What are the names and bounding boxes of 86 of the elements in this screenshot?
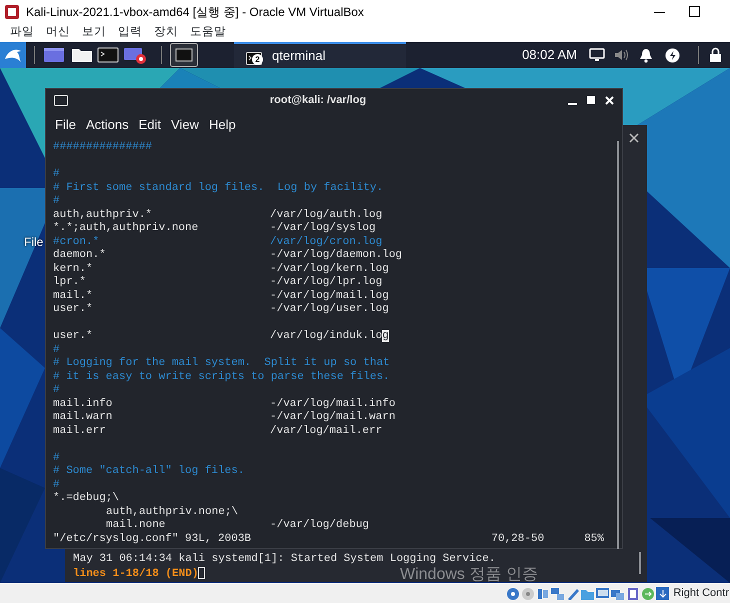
log-line: May 31 06:14:34 kali systemd[1]: Started System Logging Service. — [73, 553, 496, 566]
window-title: root@kali: /var/log — [270, 92, 366, 108]
menu-item[interactable]: 머신 — [40, 24, 76, 42]
optical-drive-icon — [520, 586, 534, 600]
config-line: *.=debug;\ — [53, 492, 120, 504]
cpu-icon — [625, 586, 640, 600]
cursor-position: 70,28-50 — [491, 532, 544, 546]
keyboard-arrow-icon — [655, 586, 670, 600]
file-info: "/etc/rsyslog.conf" 93L, 2003B — [53, 532, 252, 546]
scroll-percent: 85% — [584, 532, 604, 546]
desktop-icon-label[interactable]: File — [24, 233, 44, 251]
selector-text: mail.* — [53, 290, 94, 303]
bell-icon[interactable] — [639, 48, 653, 62]
display-icon[interactable] — [589, 48, 605, 62]
selector-text: auth,authpriv.* — [53, 208, 154, 222]
app-icon — [4, 4, 20, 20]
power-icon[interactable] — [665, 48, 680, 62]
selector-text: kern.* — [53, 262, 94, 276]
usb-icon — [565, 586, 580, 600]
log-path: -/var/log/mail.warn — [270, 411, 396, 423]
network-icon — [550, 586, 564, 600]
selector-text: mail.err — [53, 424, 107, 438]
selector-text: lpr.* — [53, 276, 88, 290]
disc-icon — [505, 586, 520, 600]
menu-item[interactable]: Edit — [134, 115, 166, 135]
log-path: -/var/log/lpr.log — [270, 276, 382, 288]
selector-text: mail.warn — [53, 411, 114, 424]
log-path: /var/log/auth.log — [270, 208, 382, 220]
log-path: -/var/log/syslog — [270, 222, 376, 234]
menu-item[interactable]: File — [50, 115, 81, 135]
comment-line: # — [53, 168, 60, 180]
selector-text: daemon.* — [53, 249, 107, 262]
menu-item[interactable]: View — [166, 115, 204, 135]
pager-status: lines 1-18/18 (END) — [73, 568, 198, 580]
audio-icon — [535, 586, 550, 600]
log-path: /var/log/induk.log — [270, 330, 389, 342]
selector-text: *.*;auth,authpriv.none — [53, 222, 200, 236]
activation-notice: Windows 정품 인증 — [400, 565, 538, 583]
speaker-icon[interactable] — [613, 48, 629, 62]
comment-line: # — [53, 195, 60, 207]
screen-recorder-icon[interactable] — [123, 46, 147, 64]
terminal-icon[interactable] — [170, 43, 198, 67]
selector-text: mail.info — [53, 398, 114, 411]
selector-text: #cron.* — [53, 236, 100, 249]
window-icon[interactable] — [43, 46, 65, 64]
host-key-label: Right Contr — [673, 586, 729, 601]
selector-text: mail.none — [106, 519, 166, 532]
display-icon — [595, 586, 610, 600]
config-line: auth,authpriv.none;\ — [106, 506, 238, 518]
clock[interactable]: 08:02 AM — [522, 45, 577, 65]
menu-item[interactable]: Actions — [80, 115, 134, 135]
terminal-icon — [54, 94, 68, 106]
window-title: Kali-Linux-2021.1-vbox-amd64 [실행 중] - Oracle VM VirtualBox — [26, 4, 364, 21]
dragon-icon[interactable] — [0, 42, 26, 68]
comment-line: # First some standard log files. Log by facility. — [53, 182, 384, 194]
log-path: -/var/log/debug — [270, 519, 370, 531]
log-path: -/var/log/mail.info — [270, 398, 396, 410]
log-path: -/var/log/mail.log — [270, 290, 389, 302]
cursor — [198, 566, 206, 579]
log-path: -/var/log/user.log — [270, 303, 389, 315]
menu-item[interactable]: 입력 — [112, 24, 148, 42]
maximize-icon[interactable] — [689, 6, 701, 18]
menu-item[interactable]: 도움말 — [184, 24, 232, 42]
folder-icon[interactable] — [71, 46, 93, 64]
comment-line: # Logging for the mail system. Split it up so that — [53, 357, 390, 369]
log-path: -/var/log/kern.log — [270, 262, 389, 274]
selector-text: user.* — [53, 303, 94, 316]
comment-line: # — [53, 384, 60, 396]
comment-line: # — [53, 478, 60, 490]
comment-line: ############### — [53, 141, 152, 153]
comment-line: # — [53, 344, 60, 356]
menu-item[interactable]: Help — [204, 115, 241, 135]
menu-item[interactable]: 파일 — [4, 24, 40, 42]
log-path: /var/log/mail.err — [270, 424, 382, 436]
close-icon[interactable] — [629, 133, 639, 143]
menu-item[interactable]: 보기 — [76, 24, 112, 42]
lock-icon[interactable] — [709, 47, 722, 63]
comment-line: # it is easy to write scripts to parse these files. — [53, 370, 390, 382]
menu-item[interactable]: 장치 — [148, 24, 184, 42]
log-path: -/var/log/daemon.log — [270, 249, 402, 261]
comment-line: # — [53, 452, 60, 464]
arrows-icon — [640, 586, 654, 600]
selector-text: user.* — [53, 330, 94, 344]
log-path: /var/log/cron.log — [270, 236, 382, 248]
comment-line: # Some "catch-all" log files. — [53, 465, 244, 477]
taskbar-button[interactable]: 2 qterminal — [234, 42, 406, 68]
